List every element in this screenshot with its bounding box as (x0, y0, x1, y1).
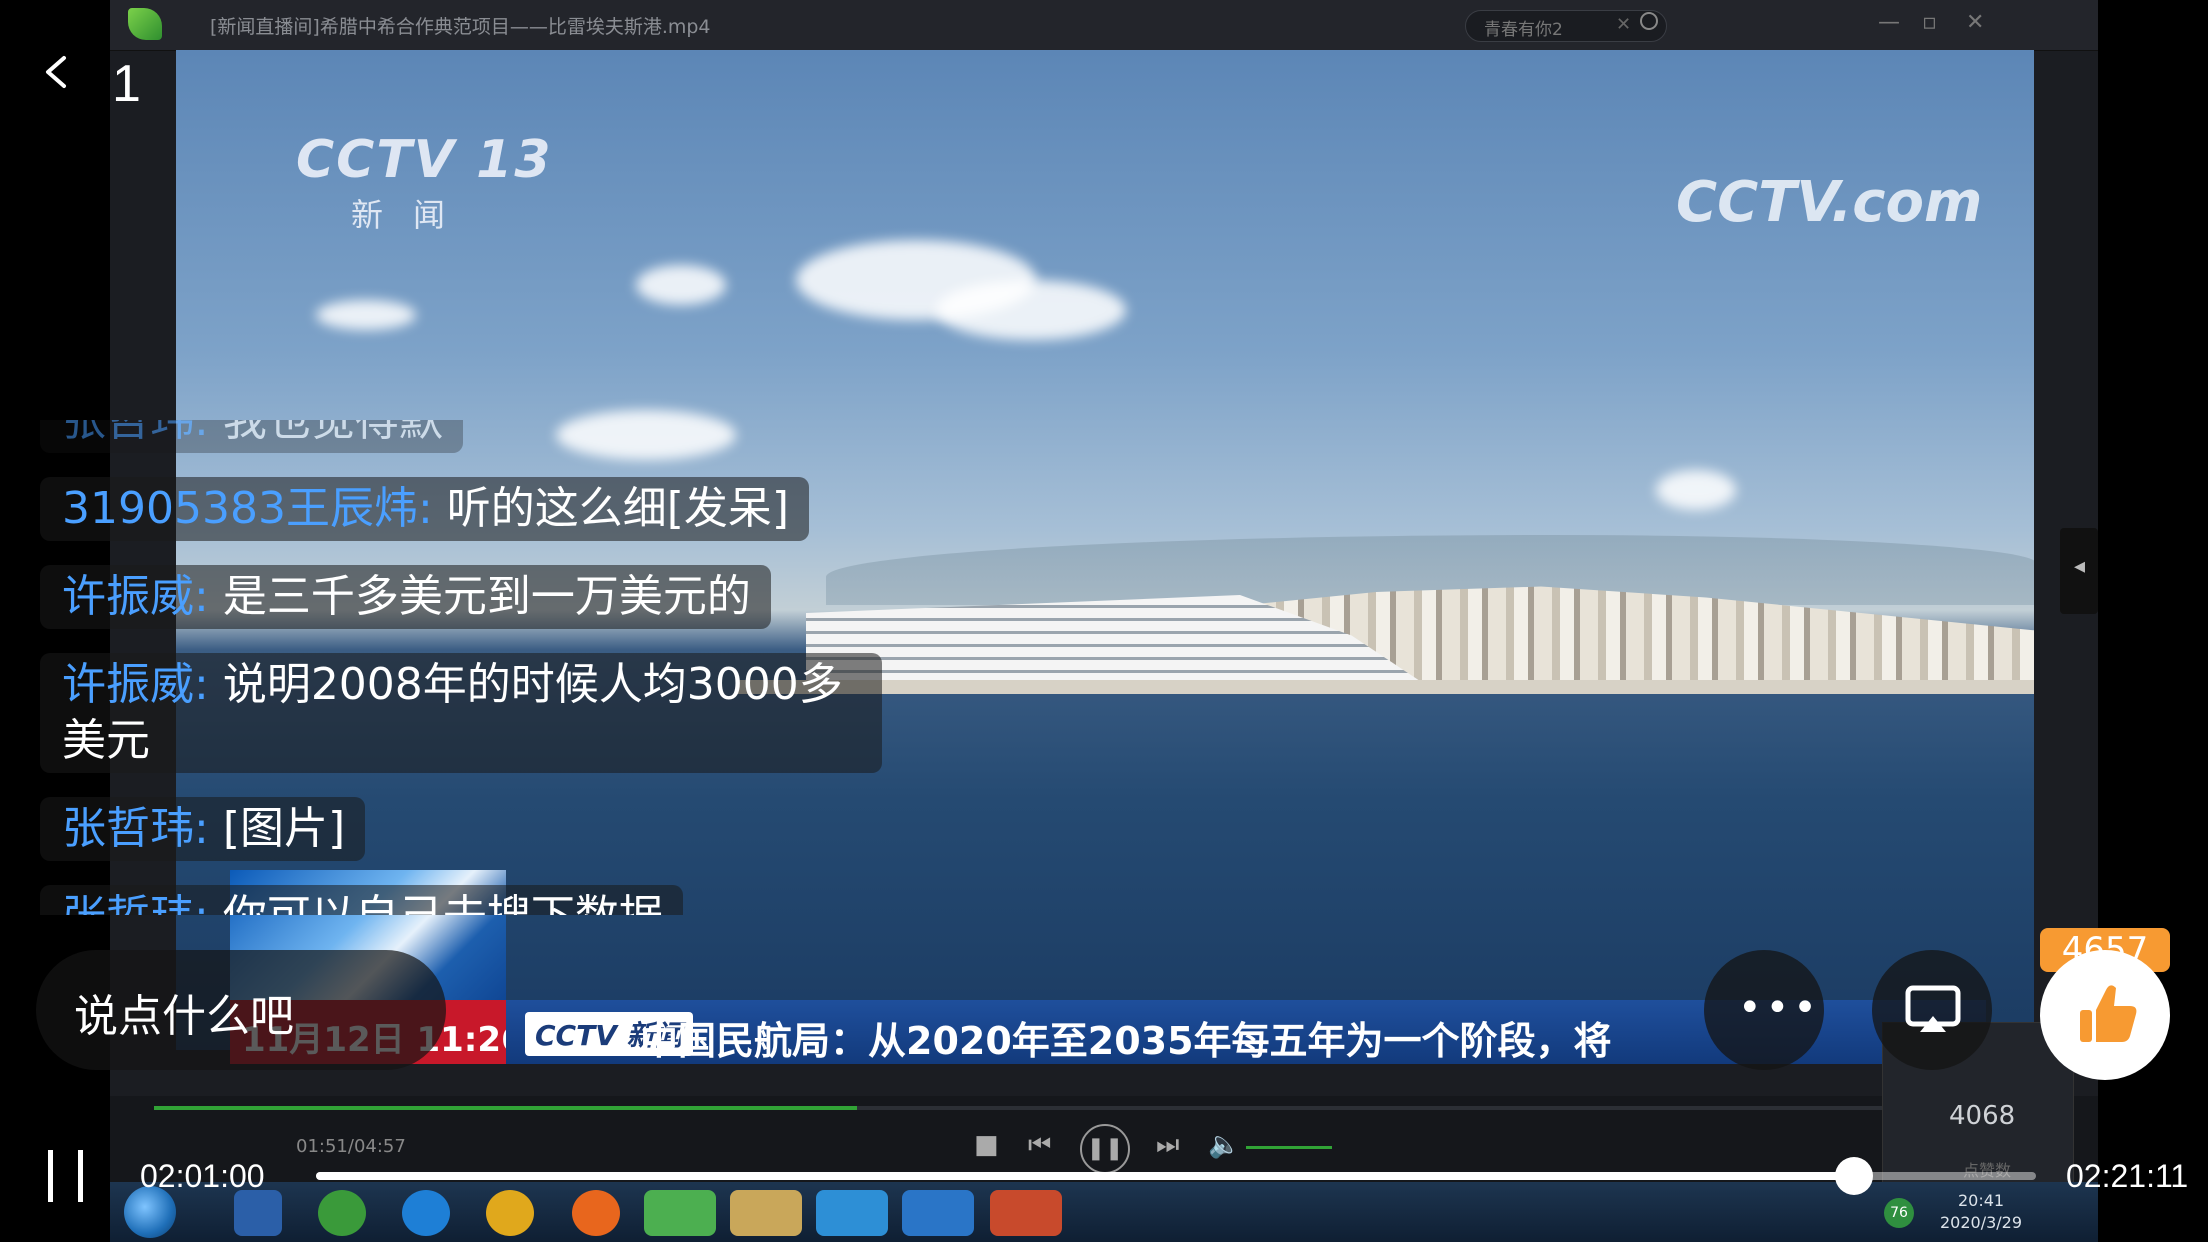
chat-message-list[interactable]: 张哲玮: 我也觉得默 31905383王辰炜: 听的这么细[发呆] 许振威: 是… (40, 420, 930, 915)
chat-message: 张哲玮: 你可以自己去搜下数据 (40, 885, 683, 915)
chat-message: 张哲玮: [图片] (40, 797, 366, 861)
cloud-shape (316, 300, 416, 330)
maximize-icon[interactable]: ▫ (1922, 10, 1937, 35)
chat-message-author[interactable]: 张哲玮: (62, 420, 209, 446)
current-time: 02:01:00 (140, 1158, 265, 1194)
more-button[interactable]: ••• (1704, 950, 1824, 1070)
previous-icon[interactable]: ⏮ (1028, 1130, 1051, 1161)
chat-message-text: 你可以自己去搜下数据 (209, 891, 663, 915)
cloud-shape (936, 280, 1126, 340)
cloud-shape (636, 265, 726, 305)
player-window-title: [新闻直播间]希腊中希合作典范项目——比雷埃夫斯港.mp4 (210, 16, 711, 38)
taskbar-date: 2020/3/29 (1940, 1213, 2023, 1232)
taskbar-app-icon[interactable] (902, 1190, 974, 1236)
screen-cast-button[interactable] (1872, 950, 1992, 1070)
player-time: 01:51/04:57 (296, 1136, 406, 1157)
player-window-titlebar: [新闻直播间]希腊中希合作典范项目——比雷埃夫斯港.mp4 青春有你2 ✕ — … (110, 0, 2098, 51)
pier (736, 680, 2034, 694)
player-progress-fill (154, 1106, 857, 1110)
side-stats-number: 4068 (1949, 1101, 2016, 1131)
minimize-icon[interactable]: — (1878, 10, 1900, 35)
temperature-badge: 76 (1884, 1198, 1914, 1228)
chat-message-author[interactable]: 31905383王辰炜: (62, 483, 433, 534)
cast-icon (1905, 985, 1961, 1032)
chat-message: 许振威: 说明2008年的时候人均3000多美元 (40, 653, 882, 773)
chat-message-author[interactable]: 许振威: (62, 571, 209, 622)
browser-icon[interactable] (402, 1190, 450, 1236)
pause-icon[interactable]: ❚❚ (1080, 1124, 1130, 1174)
volume-slider[interactable] (1246, 1146, 1332, 1149)
volume-icon[interactable]: 🔈 (1208, 1130, 1240, 1160)
player-search-value: 青春有你2 (1484, 20, 1563, 40)
folder-icon[interactable] (730, 1190, 802, 1236)
chat-message: 31905383王辰炜: 听的这么细[发呆] (40, 477, 810, 541)
chat-message-author[interactable]: 许振威: (62, 659, 209, 710)
cloud-shape (1656, 470, 1736, 510)
chrome-icon[interactable] (486, 1190, 534, 1236)
more-dots-icon: ••• (1738, 985, 1821, 1031)
taskbar-time: 20:41 (1957, 1191, 2005, 1210)
video-player-taskbar-icon[interactable] (644, 1190, 716, 1236)
seek-thumb[interactable] (1834, 1157, 1873, 1195)
channel-logo-sub: 新闻 (351, 196, 476, 234)
chat-message-text: 我也觉得默 (208, 420, 443, 446)
chat-message: 张哲玮: 我也觉得默 (40, 420, 463, 453)
pause-button[interactable] (48, 1150, 88, 1202)
pause-bar (78, 1150, 83, 1202)
ticker-text: 中国民航局：从2020年至2035年每五年为一个阶段，将 (640, 1019, 1612, 1063)
chat-message-text[interactable]: [图片] (209, 803, 345, 854)
chat-message: 许振威: 是三千多美元到一万美元的 (40, 565, 771, 629)
channel-logo: CCTV 13 (296, 130, 553, 190)
taskbar-app-icon[interactable] (318, 1190, 366, 1236)
taskbar-app-icon[interactable] (234, 1190, 282, 1236)
stop-icon[interactable]: ■ (974, 1130, 999, 1160)
firefox-icon[interactable] (572, 1190, 620, 1236)
chat-message-author[interactable]: 张哲玮: (62, 803, 209, 854)
search-icon[interactable] (1640, 12, 1658, 30)
chat-message-text: 听的这么细[发呆] (432, 483, 790, 534)
taskbar-app-icon[interactable] (816, 1190, 888, 1236)
player-logo-icon (128, 8, 162, 40)
like-button[interactable] (2040, 950, 2170, 1080)
chat-message-author[interactable]: 张哲玮: (62, 891, 209, 915)
page-indicator: 1 (112, 55, 141, 113)
side-panel-toggle[interactable]: ◂ (2060, 528, 2098, 614)
close-icon[interactable]: ✕ (1966, 10, 1984, 35)
clear-icon[interactable]: ✕ (1616, 14, 1631, 35)
next-icon[interactable]: ⏭ (1156, 1130, 1179, 1161)
powerpoint-icon[interactable] (990, 1190, 1062, 1236)
comment-placeholder: 说点什么吧 (74, 991, 294, 1042)
comment-input[interactable]: 说点什么吧 (36, 950, 446, 1070)
thumbs-up-icon (2080, 985, 2137, 1042)
caret-left-icon: ◂ (2074, 554, 2086, 579)
chat-message-text: 是三千多美元到一万美元的 (208, 571, 751, 622)
pause-bar (48, 1150, 53, 1202)
player-search-input[interactable]: 青春有你2 ✕ (1465, 10, 1667, 42)
taskbar-clock: 20:41 2020/3/29 (1940, 1190, 2022, 1234)
total-time: 02:21:11 (2066, 1158, 2189, 1194)
back-arrow-icon[interactable] (40, 55, 74, 89)
watermark-logo: CCTV.com (1676, 170, 1983, 235)
seek-bar-fill (316, 1172, 1854, 1180)
